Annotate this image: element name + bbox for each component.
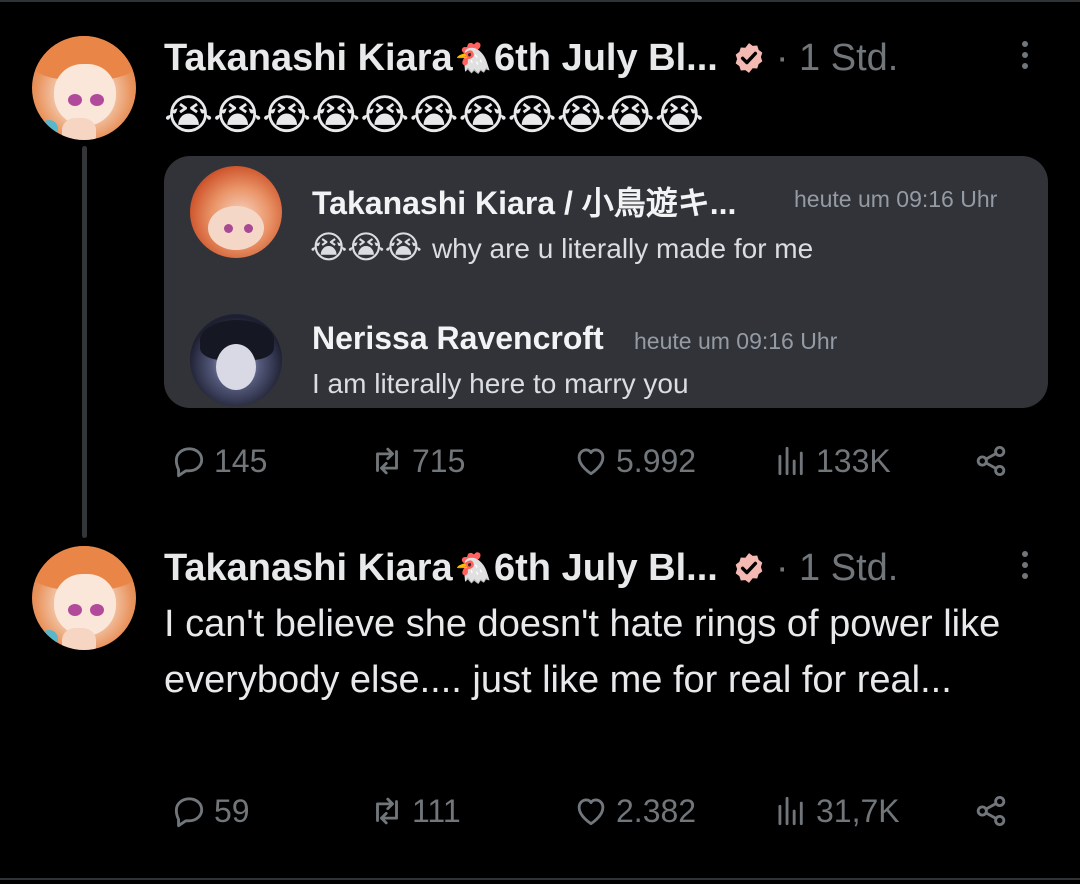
top-divider <box>0 0 1080 2</box>
chicken-emoji: 🐔 <box>454 41 493 75</box>
reply-count: 145 <box>214 442 268 479</box>
embed-avatar-kiara <box>190 166 282 258</box>
embed-message-2: I am literally here to marry you <box>312 368 689 399</box>
display-name-suffix[interactable]: 6th July Bl... <box>494 547 718 590</box>
reply-button[interactable]: 59 <box>170 786 250 836</box>
share-button[interactable] <box>972 436 1016 486</box>
reply-count: 59 <box>214 792 250 829</box>
reply-bubble-icon <box>174 447 204 478</box>
like-button[interactable]: 2.382 <box>572 786 696 836</box>
reply-bubble-icon <box>174 797 204 828</box>
reply-button[interactable]: 145 <box>170 436 267 486</box>
crying-emojis: 😭😭😭 <box>310 229 423 265</box>
avatar[interactable] <box>32 546 136 650</box>
embed-avatar-nerissa <box>190 314 282 406</box>
embedded-screenshot-card[interactable]: Takanashi Kiara / 小鳥遊キ... heute um 09:16… <box>164 156 1048 408</box>
tweet-time[interactable]: · 1 Std. <box>776 547 899 590</box>
tweet-header: Takanashi Kiara 🐔 6th July Bl... · 1 Std… <box>164 544 898 592</box>
embed-timestamp-2: heute um 09:16 Uhr <box>634 328 838 354</box>
chicken-emoji: 🐔 <box>454 551 493 585</box>
repost-arrows-icon <box>376 447 398 475</box>
heart-icon <box>577 448 605 476</box>
views-button[interactable]: 31,7K <box>772 786 900 836</box>
display-name-suffix[interactable]: 6th July Bl... <box>494 37 718 80</box>
verified-badge-icon <box>735 43 763 73</box>
view-count: 133K <box>816 442 891 479</box>
embed-author-1: Takanashi Kiara / 小鳥遊キ... <box>312 185 737 221</box>
emoji-line: 😭😭😭😭😭😭😭😭😭😭😭 <box>164 91 704 138</box>
view-count: 31,7K <box>816 792 900 829</box>
display-name[interactable]: Takanashi Kiara <box>164 37 453 80</box>
bar-chart-icon <box>778 796 803 826</box>
share-nodes-icon <box>976 795 1006 827</box>
share-nodes-icon <box>976 445 1006 477</box>
more-vertical-icon[interactable] <box>1018 546 1032 586</box>
bottom-divider <box>0 878 1080 880</box>
embed-message-1-text: why are u literally made for me <box>431 233 814 264</box>
views-button[interactable]: 133K <box>772 436 891 486</box>
verified-badge-icon <box>735 553 763 583</box>
heart-icon <box>577 798 605 826</box>
tweet-header: Takanashi Kiara 🐔 6th July Bl... · 1 Std… <box>164 34 898 82</box>
tweet-actions: 59 111 2.382 31,7K <box>164 786 1024 836</box>
like-count: 2.382 <box>616 792 697 829</box>
tweet-actions: 145 715 5.992 133K <box>164 436 1024 486</box>
like-count: 5.992 <box>616 442 697 479</box>
like-button[interactable]: 5.992 <box>572 436 696 486</box>
display-name[interactable]: Takanashi Kiara <box>164 547 453 590</box>
repost-button[interactable]: 111 <box>368 786 461 836</box>
tweet-text: I can't believe she doesn't hate rings o… <box>164 603 1001 701</box>
thread-connector-line <box>82 146 87 538</box>
embed-author-2: Nerissa Ravencroft <box>312 320 604 356</box>
bar-chart-icon <box>778 446 803 476</box>
repost-arrows-icon <box>376 797 398 825</box>
thread-view: Takanashi Kiara 🐔 6th July Bl... · 1 Std… <box>0 0 1080 884</box>
embed-timestamp-1: heute um 09:16 Uhr <box>794 186 998 212</box>
share-button[interactable] <box>972 786 1016 836</box>
avatar[interactable] <box>32 36 136 140</box>
embed-message-1: 😭😭😭 why are u literally made for me <box>310 228 813 266</box>
repost-button[interactable]: 715 <box>368 436 465 486</box>
repost-count: 111 <box>412 792 461 829</box>
repost-count: 715 <box>412 442 466 479</box>
more-vertical-icon[interactable] <box>1018 36 1032 76</box>
tweet-time[interactable]: · 1 Std. <box>776 37 899 80</box>
